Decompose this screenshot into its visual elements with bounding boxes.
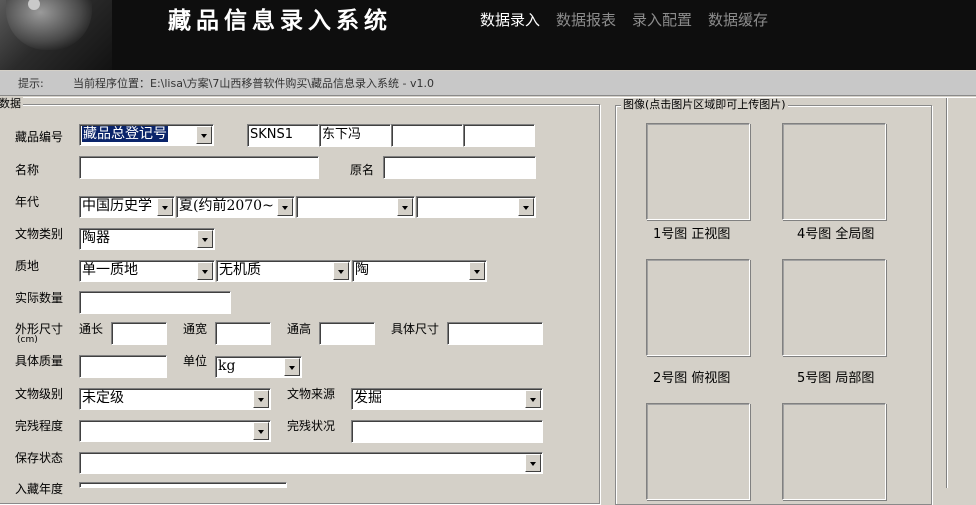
image-slot-4[interactable]: [782, 123, 886, 220]
unit-label: 单位: [183, 354, 208, 368]
entry-year-input[interactable]: [79, 482, 287, 488]
size-detail-input[interactable]: [447, 322, 543, 345]
category-select[interactable]: 陶器: [79, 228, 215, 250]
texture3-value: 陶: [355, 262, 369, 278]
texture2-value: 无机质: [219, 262, 261, 278]
chevron-down-icon[interactable]: [277, 198, 293, 216]
image-slot-5[interactable]: [782, 259, 886, 356]
completeness-select[interactable]: [79, 420, 271, 442]
code-part4-input[interactable]: [463, 124, 535, 147]
image-slot-1[interactable]: [646, 123, 750, 220]
texture-select-3[interactable]: 陶: [352, 260, 487, 282]
texture-select-1[interactable]: 单一质地: [79, 260, 215, 282]
chevron-down-icon[interactable]: [253, 422, 269, 440]
era2-value: 夏(约前2070~: [179, 198, 274, 214]
chevron-down-icon[interactable]: [157, 198, 173, 216]
dims-unit-label: (cm): [17, 335, 38, 345]
era-select-4[interactable]: [416, 196, 536, 218]
logo-image: [0, 0, 112, 70]
nav-tabs: 数据录入 数据报表 录入配置 数据缓存: [472, 0, 776, 40]
preservation-select[interactable]: [79, 452, 543, 474]
chevron-down-icon[interactable]: [397, 198, 413, 216]
height-input[interactable]: [319, 322, 375, 345]
condition-input[interactable]: [351, 420, 543, 443]
right-panel-divider: [946, 98, 948, 488]
source-select[interactable]: 发掘: [351, 388, 543, 410]
code-part1-input[interactable]: SKNS1: [247, 124, 319, 147]
tab-data-entry[interactable]: 数据录入: [472, 0, 548, 40]
era1-value: 中国历史学: [82, 198, 152, 214]
chevron-down-icon[interactable]: [197, 230, 213, 248]
category-value: 陶器: [82, 230, 110, 246]
unit-select[interactable]: kg: [215, 356, 302, 378]
category-label: 文物类别: [15, 227, 64, 241]
name-label: 名称: [15, 163, 40, 177]
qty-input[interactable]: [79, 291, 231, 314]
preservation-label: 保存状态: [15, 451, 64, 465]
image-caption-5: 5号图 局部图: [797, 371, 875, 386]
status-bar: 提示: 当前程序位置：E:\lisa\方案\7山西移普软件购买\藏品信息录入系统…: [0, 71, 976, 96]
texture-select-2[interactable]: 无机质: [216, 260, 351, 282]
weight-input[interactable]: [79, 355, 167, 378]
tab-data-cache[interactable]: 数据缓存: [700, 0, 776, 40]
image-slot-2[interactable]: [646, 259, 750, 356]
image-slot-6[interactable]: [782, 403, 886, 500]
chevron-down-icon[interactable]: [525, 390, 541, 408]
chevron-down-icon[interactable]: [525, 454, 541, 472]
tab-entry-config[interactable]: 录入配置: [624, 0, 700, 40]
code-label: 藏品编号: [15, 130, 64, 144]
texture1-value: 单一质地: [82, 262, 138, 278]
header-bar: 藏品信息录入系统 数据录入 数据报表 录入配置 数据缓存: [0, 0, 976, 70]
era-label: 年代: [15, 195, 40, 209]
status-label: 提示:: [18, 77, 44, 90]
dims-label: 外形尺寸: [15, 322, 64, 336]
chevron-down-icon[interactable]: [197, 262, 213, 280]
chevron-down-icon[interactable]: [196, 126, 212, 144]
image-caption-1: 1号图 正视图: [653, 227, 731, 242]
length-input[interactable]: [111, 322, 167, 345]
chevron-down-icon[interactable]: [469, 262, 485, 280]
grade-label: 文物级别: [15, 387, 64, 401]
app-title: 藏品信息录入系统: [168, 7, 392, 34]
tab-data-report[interactable]: 数据报表: [548, 0, 624, 40]
image-caption-4: 4号图 全局图: [797, 227, 875, 242]
program-path: 当前程序位置：E:\lisa\方案\7山西移普软件购买\藏品信息录入系统 - v…: [73, 77, 435, 90]
unit-value: kg: [218, 358, 236, 374]
chevron-down-icon[interactable]: [284, 358, 300, 376]
chevron-down-icon[interactable]: [518, 198, 534, 216]
completeness-label: 完残程度: [15, 419, 64, 433]
data-group-title: 数据: [0, 97, 23, 111]
condition-label: 完残状况: [287, 419, 336, 433]
source-label: 文物来源: [287, 387, 336, 401]
entry-year-label: 入藏年度: [15, 482, 64, 496]
code-type-value: 藏品总登记号: [82, 126, 168, 142]
length-label: 通长: [79, 322, 104, 336]
size-detail-label: 具体尺寸: [391, 322, 440, 336]
source-value: 发掘: [354, 390, 382, 406]
image-group-title: 图像(点击图片区域即可上传图片): [621, 98, 788, 112]
orig-name-label: 原名: [350, 163, 375, 177]
qty-label: 实际数量: [15, 291, 64, 305]
era-select-2[interactable]: 夏(约前2070~: [176, 196, 295, 218]
chevron-down-icon[interactable]: [333, 262, 349, 280]
grade-select[interactable]: 未定级: [79, 388, 271, 410]
name-input[interactable]: [79, 156, 319, 179]
image-slot-3[interactable]: [646, 403, 750, 500]
texture-label: 质地: [15, 259, 40, 273]
chevron-down-icon[interactable]: [253, 390, 269, 408]
orig-name-input[interactable]: [383, 156, 536, 179]
weight-label: 具体质量: [15, 354, 64, 368]
width-input[interactable]: [215, 322, 271, 345]
divider: [0, 97, 976, 98]
grade-value: 未定级: [82, 390, 124, 406]
code-type-select[interactable]: 藏品总登记号: [79, 124, 214, 146]
code-part2-input[interactable]: 东下冯: [319, 124, 391, 147]
height-label: 通高: [287, 322, 312, 336]
image-caption-2: 2号图 俯视图: [653, 371, 731, 386]
era-select-3[interactable]: [296, 196, 415, 218]
width-label: 通宽: [183, 322, 208, 336]
era-select-1[interactable]: 中国历史学: [79, 196, 175, 218]
code-part3-input[interactable]: [391, 124, 463, 147]
